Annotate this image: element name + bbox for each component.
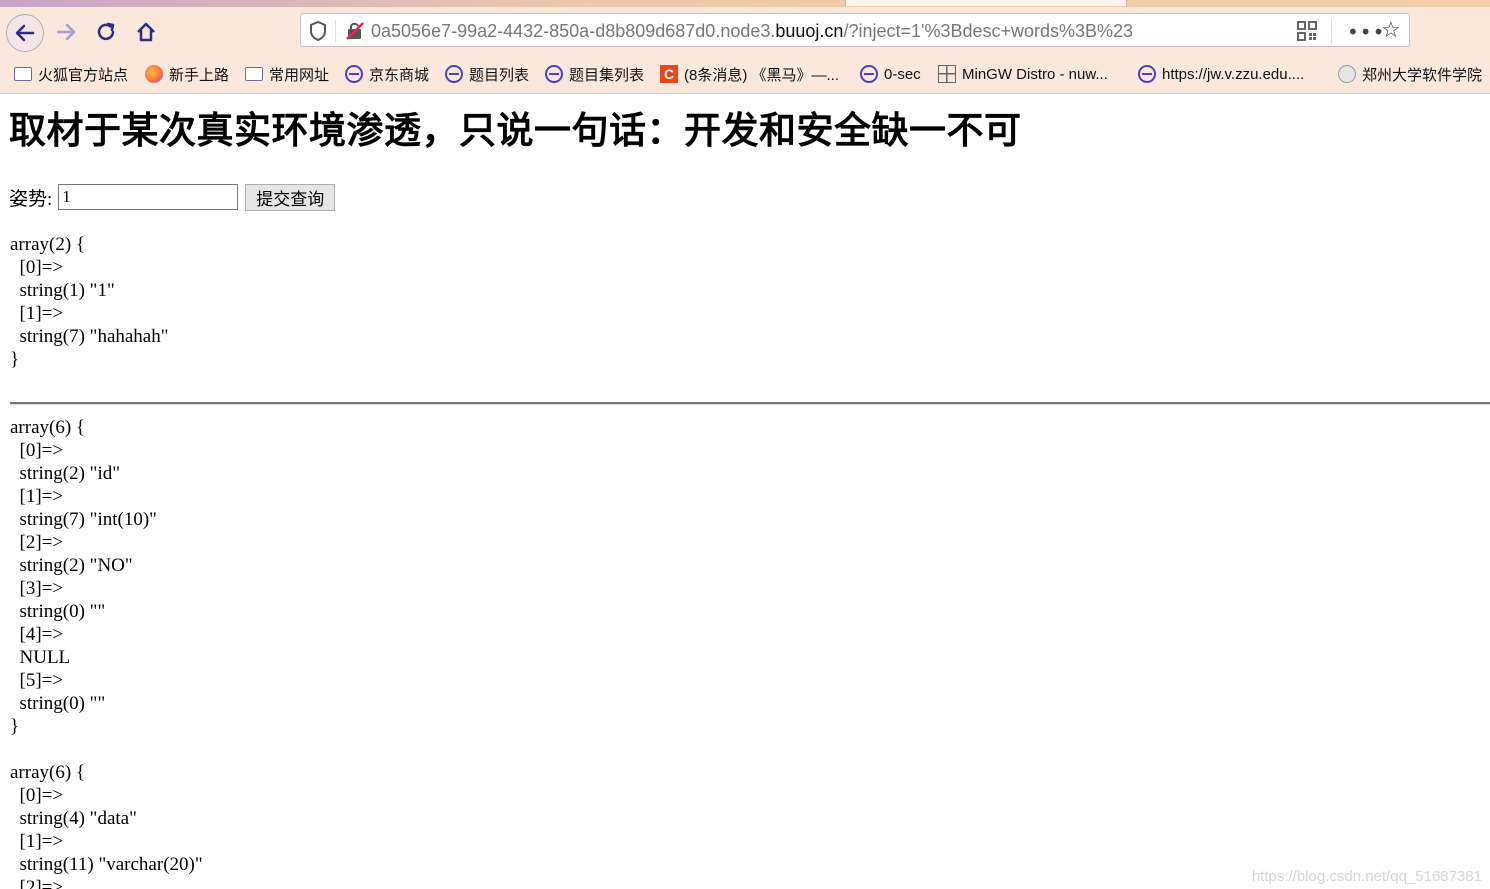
qr-code-icon[interactable] [1297, 21, 1317, 41]
var-dump-output: array(2) { [0]=> string(1) "1" [1]=> str… [10, 234, 169, 370]
url-suffix: /?inject=1'%3Bdesc+words%3B%23 [843, 21, 1134, 41]
query-form: 姿势: 提交查询 [9, 183, 336, 211]
page-content: 取材于某次真实环境渗透，只说一句话：开发和安全缺一不可 姿势: 提交查询 arr… [0, 94, 1490, 889]
bookmark-item[interactable]: 新手上路 [145, 60, 229, 88]
folder-icon [245, 67, 263, 81]
bookmark-label: 新手上路 [169, 66, 230, 84]
csdn-icon: C [660, 65, 678, 83]
shield-icon[interactable] [309, 21, 327, 41]
home-button[interactable] [128, 14, 164, 50]
bookmark-label: 题目列表 [469, 66, 530, 84]
inject-input[interactable] [58, 184, 239, 210]
bookmark-label: 郑州大学软件学院 [1362, 66, 1483, 84]
url-domain: buuoj.cn [775, 21, 844, 41]
url-prefix: 0a5056e7-99a2-4432-850a-d8b809d687d0.nod… [371, 21, 776, 41]
bookmark-label: 常用网址 [269, 66, 330, 84]
globe-icon [860, 65, 878, 83]
bookmark-label: 京东商城 [369, 66, 430, 84]
bookmark-item[interactable]: MinGW Distro - nuw... [938, 60, 1108, 88]
tab-strip [0, 0, 1490, 7]
bookmark-label: https://jw.v.zzu.edu.... [1162, 65, 1305, 83]
var-dump-output: array(6) { [0]=> string(2) "id" [1]=> st… [10, 417, 157, 737]
url-text[interactable]: 0a5056e7-99a2-4432-850a-d8b809d687d0.nod… [371, 14, 1133, 48]
horizontal-rule [10, 402, 1490, 405]
bookmark-label: 0-sec [884, 65, 921, 83]
arrow-left-icon [15, 24, 35, 42]
bookmark-label: MinGW Distro - nuw... [962, 65, 1108, 83]
firefox-icon [145, 65, 163, 83]
back-button[interactable] [6, 14, 44, 52]
browser-toolbar: 0a5056e7-99a2-4432-850a-d8b809d687d0.nod… [0, 0, 1490, 94]
globe-icon [445, 65, 463, 83]
watermark: https://blog.csdn.net/qq_51687381 [1251, 868, 1482, 885]
reload-button[interactable] [88, 14, 124, 50]
globe-icon [1138, 65, 1156, 83]
grid-icon [938, 65, 956, 83]
bookmark-item[interactable]: https://jw.v.zzu.edu.... [1138, 60, 1304, 88]
url-divider [1331, 18, 1332, 44]
forward-button[interactable] [48, 14, 84, 50]
bookmark-item[interactable]: 0-sec [860, 60, 921, 88]
active-tab[interactable] [845, 0, 1127, 6]
bookmark-item[interactable]: 火狐官方站点 [14, 60, 128, 88]
var-dump-output: array(6) { [0]=> string(4) "data" [1]=> … [10, 762, 203, 889]
more-actions-icon[interactable]: ••• [1347, 20, 1385, 44]
reload-icon [97, 22, 115, 41]
bookmark-item[interactable]: 京东商城 [345, 60, 429, 88]
page-title: 取材于某次真实环境渗透，只说一句话：开发和安全缺一不可 [9, 109, 1022, 152]
bookmark-item[interactable]: 郑州大学软件学院 [1338, 60, 1482, 88]
inject-label: 姿势: [9, 188, 53, 210]
seal-icon [1338, 65, 1356, 83]
address-bar[interactable]: 0a5056e7-99a2-4432-850a-d8b809d687d0.nod… [300, 13, 1410, 47]
bookmark-item[interactable]: 题目集列表 [545, 60, 644, 88]
globe-icon [345, 65, 363, 83]
bookmark-label: 题目集列表 [569, 66, 645, 84]
bookmark-label: 火狐官方站点 [38, 66, 129, 84]
url-divider [335, 20, 336, 42]
insecure-lock-icon[interactable] [345, 21, 365, 41]
bookmark-item[interactable]: 题目列表 [445, 60, 529, 88]
bookmark-star-icon[interactable]: ☆ [1381, 18, 1401, 43]
home-icon [137, 22, 155, 42]
globe-icon [545, 65, 563, 83]
submit-button[interactable]: 提交查询 [245, 183, 336, 211]
bookmark-item[interactable]: C (8条消息) 《黑马》—... [660, 60, 839, 88]
folder-icon [14, 67, 32, 81]
arrow-right-icon [56, 23, 76, 41]
bookmark-label: (8条消息) 《黑马》—... [684, 66, 840, 84]
bookmark-item[interactable]: 常用网址 [245, 60, 329, 88]
bookmarks-toolbar: 火狐官方站点 新手上路 常用网址 京东商城 题目列表 题目集列表 C (8条消息… [0, 60, 1490, 88]
